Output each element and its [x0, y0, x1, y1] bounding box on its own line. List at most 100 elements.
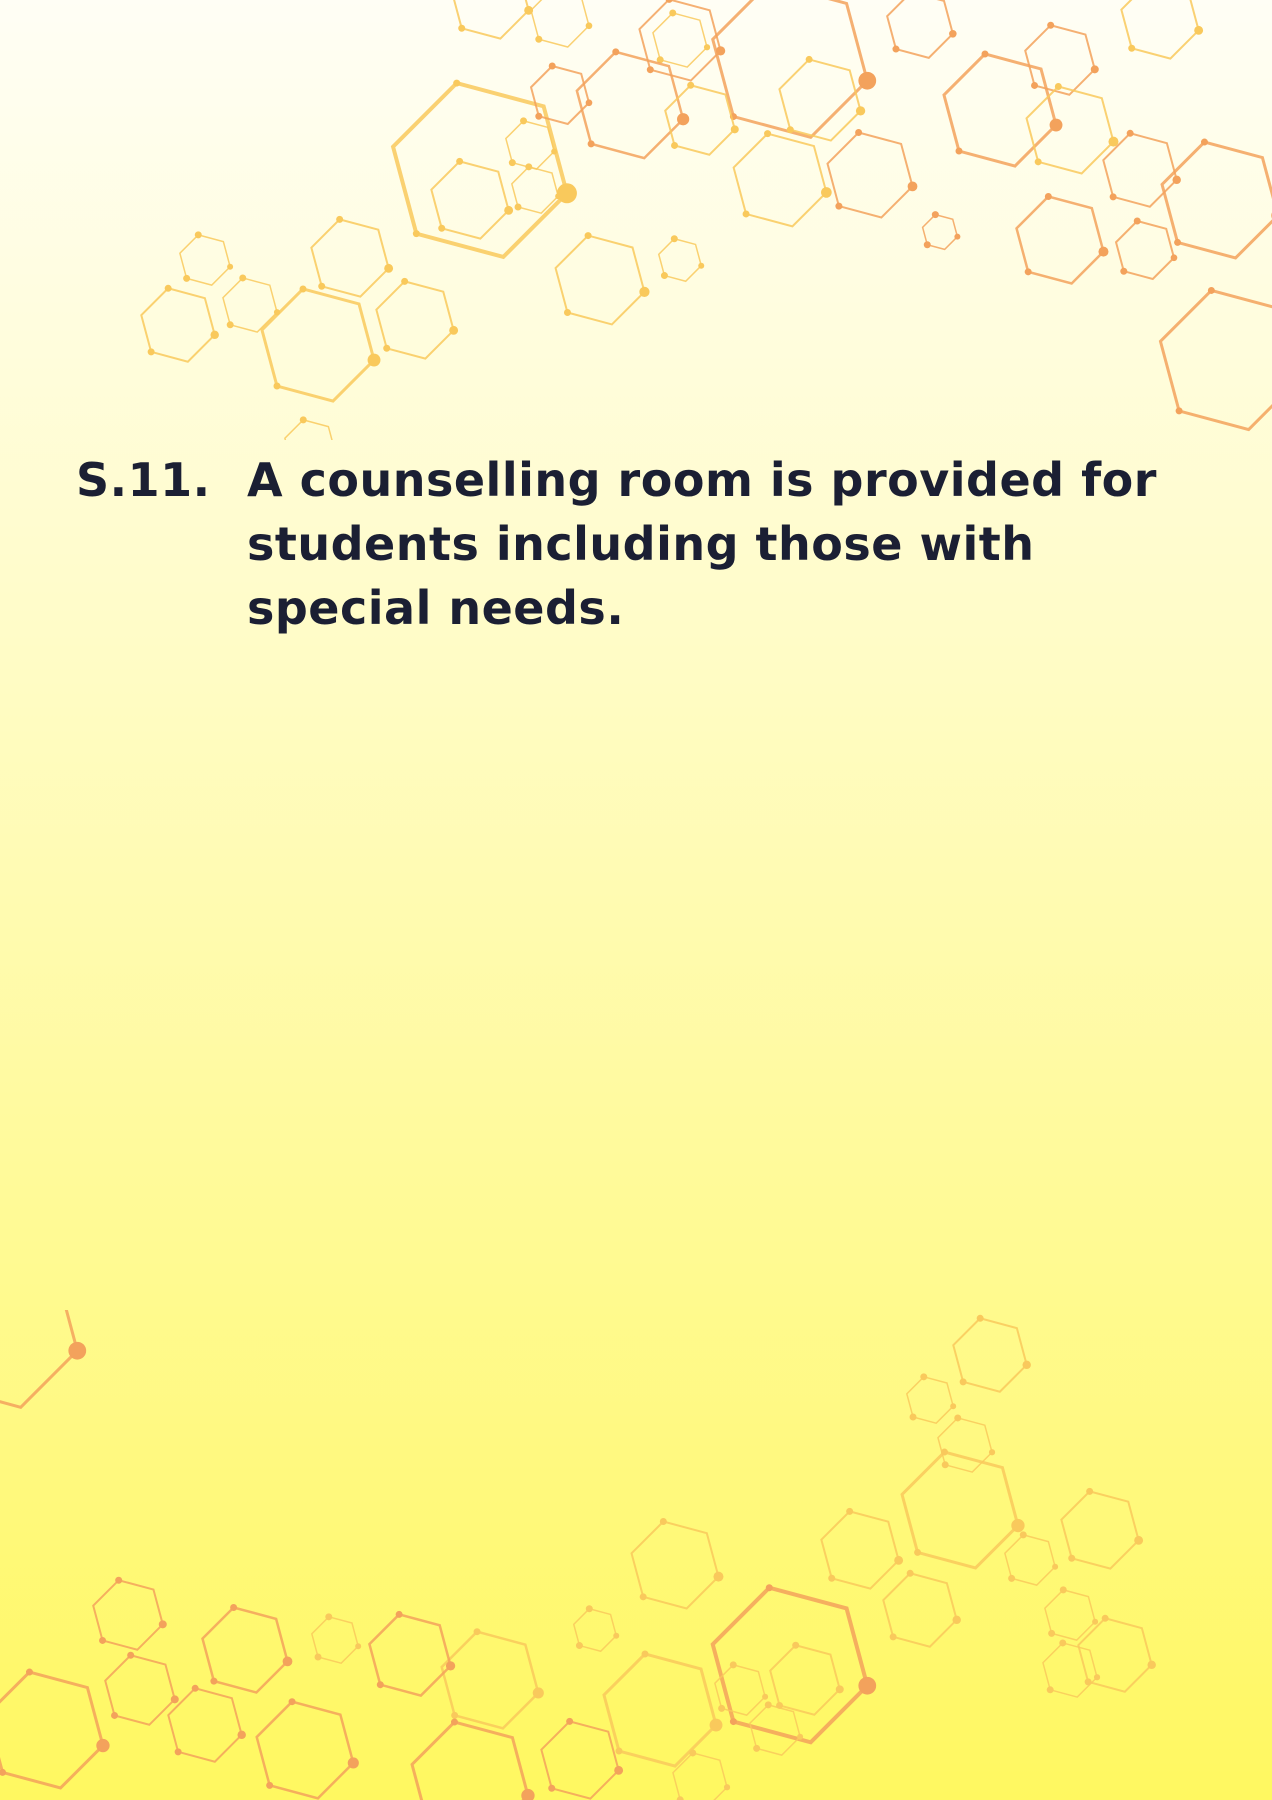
hexagon-node-dot — [1134, 1535, 1144, 1545]
hexagon-node-dot — [194, 231, 202, 239]
hexagon-node-dot — [1128, 44, 1136, 52]
hexagon-node-dot — [797, 1733, 804, 1740]
hexagon-node-dot — [670, 235, 678, 243]
hexagon-node-dot — [660, 272, 668, 280]
hexagon-node-dot — [535, 112, 543, 120]
hexagon-node-dot — [230, 1603, 238, 1611]
hexagon-node-dot — [1200, 138, 1208, 146]
statement-number: S.11. — [76, 453, 211, 507]
hexagon-node-dot — [1031, 81, 1039, 89]
hexagon-node-dot — [115, 1576, 123, 1584]
hexagon-node-dot — [376, 1681, 384, 1689]
hexagon-node-dot — [68, 1341, 87, 1360]
hexagon-node-dot — [239, 274, 247, 282]
hexagon-node-dot — [892, 45, 900, 53]
hexagon-node-dot — [753, 1744, 761, 1752]
hexagon-node-dot — [1034, 158, 1042, 166]
hexagon-node-dot — [504, 205, 514, 215]
hexagon-node-dot — [514, 203, 522, 211]
hexagon-node-dot — [548, 62, 556, 70]
hexagon-node-dot — [639, 1593, 647, 1601]
hexagon-node-dot — [438, 224, 446, 232]
hexagon-node-dot — [709, 1718, 723, 1732]
hexagon-node-dot — [585, 22, 593, 30]
hexagon-node-dot — [237, 1730, 246, 1740]
hexagon-node-dot — [520, 117, 528, 125]
hexagon-node-dot — [325, 1613, 333, 1621]
hexagon-node-dot — [1019, 1531, 1027, 1539]
hexagon-node-dot — [1047, 21, 1055, 29]
hexagon-node-dot — [1194, 25, 1204, 35]
hexagon-node-dot — [764, 130, 772, 138]
hexagon-node-dot — [395, 1610, 403, 1618]
hexagon-node-dot — [659, 1518, 667, 1526]
hexagon-node-dot — [450, 1718, 458, 1726]
hexagon-node-dot — [954, 1414, 962, 1422]
hexagon-node-dot — [453, 79, 461, 87]
hexagon-node-dot — [677, 113, 690, 126]
hexagon-node-dot — [111, 1711, 119, 1719]
hexagon-node-dot — [742, 210, 750, 218]
hexagon-node-dot — [669, 9, 677, 17]
hexagon-node-dot — [191, 1684, 199, 1692]
hexagon-node-dot — [584, 232, 592, 240]
hexagon-node-dot — [858, 71, 877, 90]
hexagon-node-dot — [954, 233, 961, 240]
hexagon-node-dot — [907, 181, 918, 192]
hexagon-node-dot — [1011, 1518, 1025, 1533]
hexagon-node-dot — [449, 325, 459, 335]
hexagon-node-dot — [288, 1698, 296, 1706]
hexagon-node-dot — [314, 1653, 322, 1661]
hexagon-node-dot — [347, 1757, 359, 1769]
hexagon-node-dot — [210, 330, 219, 340]
hexagon-node-dot — [931, 211, 939, 219]
hexagon-node-dot — [1170, 254, 1178, 262]
hexagon-node-dot — [955, 147, 963, 155]
hexagon-node-dot — [147, 348, 155, 356]
hexagon-node-dot — [988, 1449, 996, 1456]
hexagon-node-dot — [940, 1448, 948, 1456]
hexagon-node-dot — [718, 1704, 726, 1712]
hexagon-node-dot — [451, 1711, 459, 1719]
hexagon-node-dot — [299, 285, 307, 293]
hexagon-node-dot — [174, 1748, 182, 1756]
hexagon-node-dot — [266, 1781, 274, 1789]
hexagon-node-dot — [792, 1641, 800, 1649]
statement-text: A counselling room is provided for stude… — [247, 453, 1157, 635]
hexagon-node-dot — [1052, 1563, 1059, 1570]
hexagon-node-dot — [1101, 1614, 1109, 1622]
hexagon-node-dot — [383, 344, 391, 352]
hexagon-node-dot — [614, 1765, 624, 1775]
hexagon-node-dot — [950, 1403, 957, 1410]
hexagon-node-dot — [835, 202, 843, 210]
hexagon-node-dot — [641, 1650, 649, 1658]
hexagon-node-dot — [923, 241, 931, 249]
hexagon-node-dot — [412, 230, 420, 238]
hexagon-node-dot — [164, 284, 172, 292]
hexagon-node-dot — [765, 1584, 773, 1592]
hexagon-pattern-top — [140, 0, 1272, 440]
hexagon-node-dot — [1147, 1660, 1156, 1670]
hexagon-node-dot — [1109, 193, 1117, 201]
hexagon-node-dot — [835, 1685, 844, 1694]
hexagon-node-dot — [855, 128, 863, 136]
hexagon-node-dot — [183, 274, 191, 282]
hexagon-node-dot — [532, 1687, 544, 1699]
hexagon-node-dot — [1024, 268, 1032, 276]
hexagon-node-dot — [1126, 129, 1134, 137]
hexagon-node-dot — [1093, 1674, 1101, 1681]
hexagon-node-dot — [1068, 1554, 1076, 1562]
hexagon-node-dot — [566, 1717, 574, 1725]
hexagon-node-dot — [548, 1784, 556, 1792]
hexagon-node-dot — [846, 1507, 854, 1515]
hexagon-node-dot — [336, 215, 344, 223]
hexagon-node-dot — [367, 353, 381, 367]
hexagon-node-dot — [1175, 407, 1183, 415]
hexagon-node-dot — [355, 1643, 362, 1650]
hexagon-node-dot — [909, 1413, 917, 1421]
hexagon-node-dot — [1086, 1487, 1094, 1495]
hexagon-node-dot — [1008, 1574, 1016, 1582]
hexagon-node-dot — [1174, 238, 1182, 246]
hexagon-node-dot — [889, 1633, 897, 1641]
hexagon-node-dot — [855, 106, 866, 116]
